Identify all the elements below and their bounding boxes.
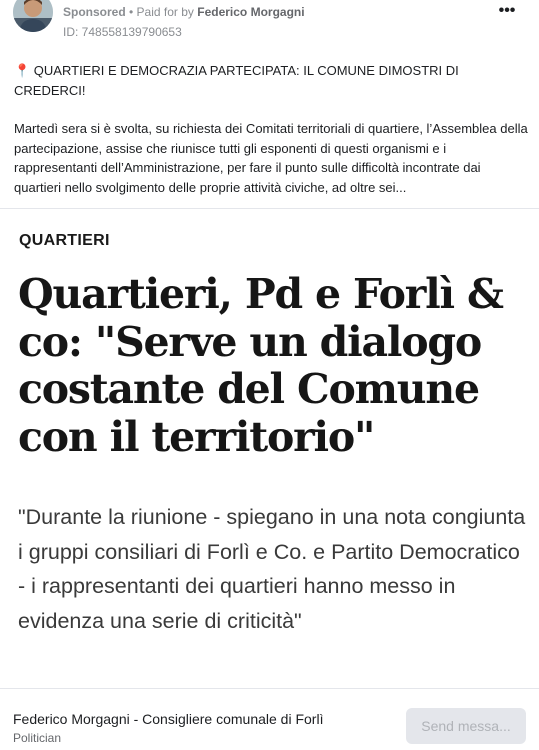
post-title-text: QUARTIERI E DEMOCRAZIA PARTECIPATA: IL C…: [14, 63, 459, 98]
article-headline: Quartieri, Pd e Forlì & co: "Serve un di…: [18, 270, 504, 461]
page-name[interactable]: Federico Morgagni - Consigliere comunale…: [13, 711, 323, 727]
send-message-button[interactable]: Send messa...: [406, 708, 526, 744]
post-title: 📍 QUARTIERI E DEMOCRAZIA PARTECIPATA: IL…: [14, 61, 528, 100]
article-image[interactable]: QUARTIERI Quartieri, Pd e Forlì & co: "S…: [0, 209, 539, 685]
advertiser-avatar[interactable]: [13, 0, 53, 32]
article-section-label: QUARTIERI: [19, 232, 110, 249]
advertiser-name-link[interactable]: Federico Morgagni: [197, 5, 304, 19]
post-text: 📍 QUARTIERI E DEMOCRAZIA PARTECIPATA: IL…: [14, 61, 528, 197]
pin-icon: 📍: [14, 63, 31, 78]
post-paragraph[interactable]: Martedì sera si è svolta, su richiesta d…: [14, 119, 528, 197]
ad-footer: Federico Morgagni - Consigliere comunale…: [0, 688, 539, 750]
more-options-icon[interactable]: •••: [497, 2, 517, 20]
sponsored-line: Sponsored • Paid for by Federico Morgagn…: [63, 5, 305, 19]
sponsored-label: Sponsored: [63, 5, 126, 19]
ad-library-id: ID: 748558139790653: [63, 25, 182, 39]
paid-for-prefix: • Paid for by: [125, 5, 198, 19]
ad-header: Sponsored • Paid for by Federico Morgagn…: [0, 0, 539, 44]
page-category: Politician: [13, 731, 62, 745]
article-quote: "Durante la riunione - spiegano in una n…: [18, 505, 526, 633]
